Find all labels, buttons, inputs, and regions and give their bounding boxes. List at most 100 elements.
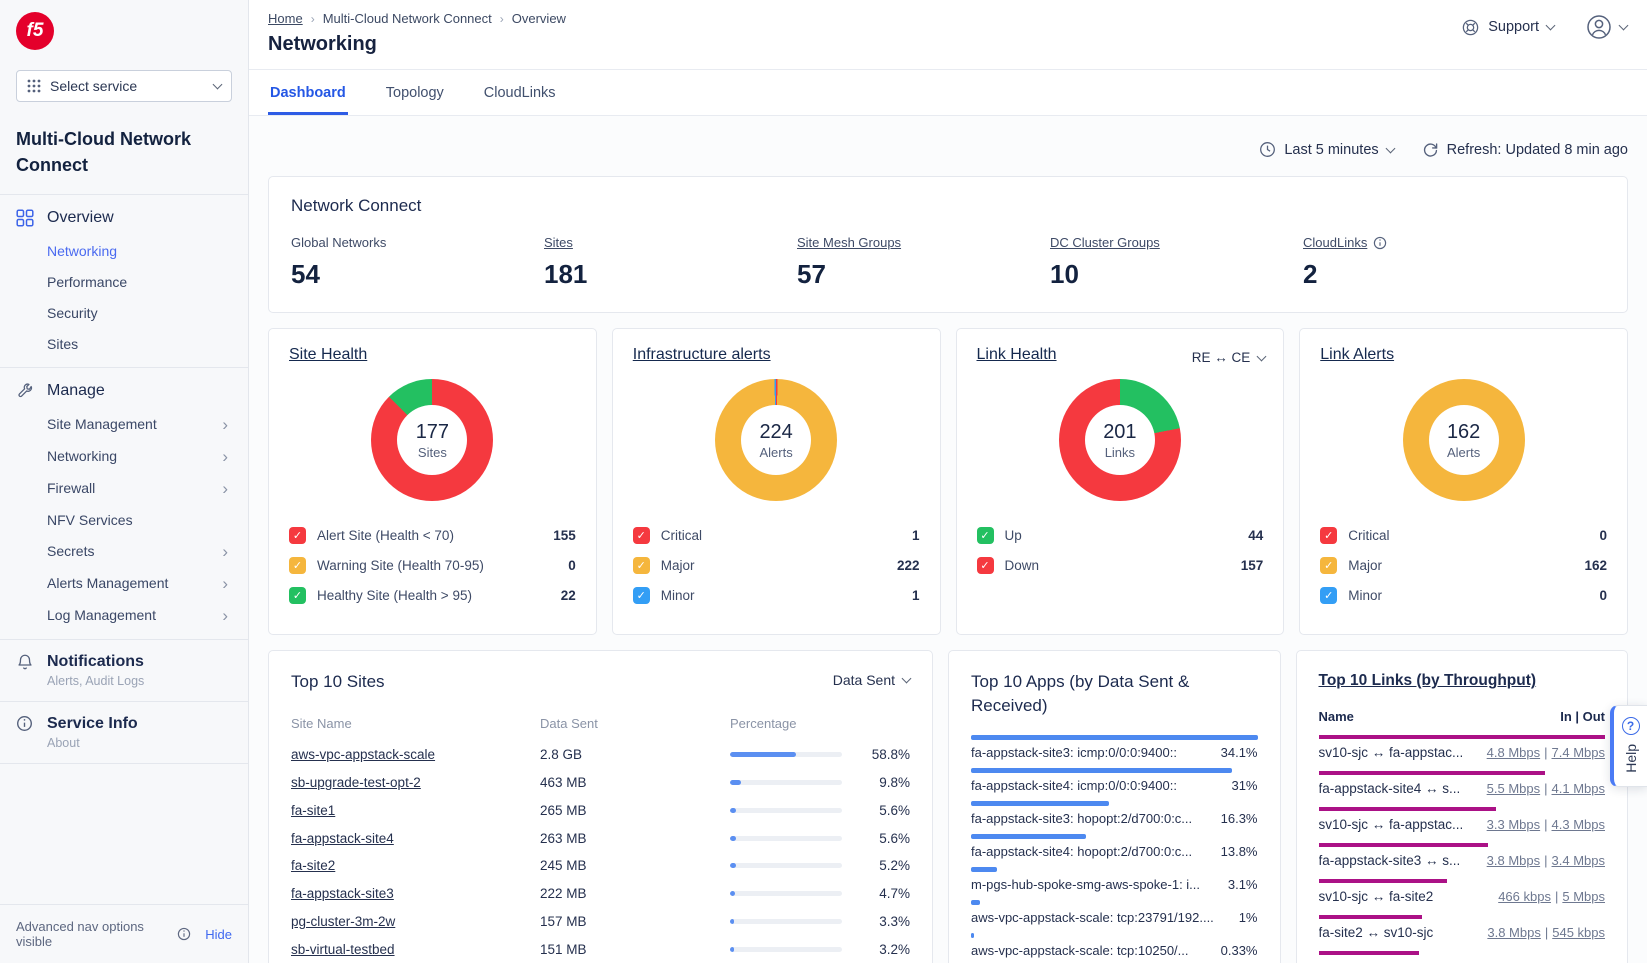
link-name: sv10-sjc ↔ fa-site2 — [1319, 889, 1434, 904]
stat-label-dc-cluster-groups[interactable]: DC Cluster Groups — [1050, 235, 1160, 250]
legend-checkbox[interactable]: ✓ — [289, 557, 306, 574]
link-bar — [1319, 951, 1419, 955]
sidebar-item-networking[interactable]: Networking — [16, 235, 232, 266]
legend-label: Critical — [661, 528, 702, 543]
link-health-chart-wrap: 201Links — [977, 379, 1264, 501]
top-links-title[interactable]: Top 10 Links (by Throughput) — [1319, 670, 1606, 692]
in-throughput-link[interactable]: 3.8 Mbps — [1487, 925, 1540, 940]
link-health-title[interactable]: Link Health — [977, 346, 1057, 363]
link-throughput: 466 kbps|5 Mbps — [1498, 889, 1605, 904]
refresh-button[interactable]: Refresh: Updated 8 min ago — [1422, 141, 1628, 158]
site-health-chart-wrap: 177Sites — [289, 379, 576, 501]
in-throughput-link[interactable]: 3.8 Mbps — [1487, 853, 1540, 868]
legend-label: Major — [1348, 558, 1382, 573]
app-bar — [971, 801, 1109, 806]
service-info-label: Service Info — [47, 715, 138, 733]
site-link[interactable]: sb-virtual-testbed — [291, 942, 395, 957]
percentage-bar-fill — [730, 919, 734, 924]
sidebar-item-service-info[interactable]: Service Info About — [0, 702, 248, 763]
legend-checkbox[interactable]: ✓ — [289, 587, 306, 604]
out-throughput-link[interactable]: 7.4 Mbps — [1552, 745, 1605, 760]
legend-checkbox[interactable]: ✓ — [1320, 557, 1337, 574]
link-alerts-title[interactable]: Link Alerts — [1320, 346, 1394, 363]
service-info-sublabel: About — [16, 736, 232, 750]
sidebar-item-performance[interactable]: Performance — [16, 266, 232, 297]
tab-cloudlinks[interactable]: CloudLinks — [482, 70, 558, 115]
stat-label-cloudlinks[interactable]: CloudLinks — [1303, 235, 1387, 250]
sidebar-item-networking[interactable]: Networking› — [16, 440, 232, 472]
data-sent-selector[interactable]: Data Sent — [833, 672, 910, 688]
legend-checkbox[interactable]: ✓ — [289, 527, 306, 544]
breadcrumb-item-multi-cloud-network-connect[interactable]: Multi-Cloud Network Connect — [323, 11, 492, 26]
hide-nav-button[interactable]: Hide — [205, 927, 232, 942]
site-link[interactable]: fa-site2 — [291, 858, 335, 873]
table-row: fa-site2245 MB5.2% — [291, 852, 910, 880]
data-sent-cell: 157 MB — [540, 914, 730, 929]
breadcrumb-item-home[interactable]: Home — [268, 11, 303, 26]
sidebar: f5 Select service Multi-Cloud Network Co… — [0, 0, 249, 963]
site-link[interactable]: aws-vpc-appstack-scale — [291, 747, 435, 762]
legend-checkbox[interactable]: ✓ — [633, 587, 650, 604]
sidebar-item-notifications[interactable]: Notifications Alerts, Audit Logs — [0, 640, 248, 701]
out-throughput-link[interactable]: 4.3 Mbps — [1552, 817, 1605, 832]
sidebar-item-secrets[interactable]: Secrets› — [16, 535, 232, 567]
legend-checkbox[interactable]: ✓ — [977, 527, 994, 544]
stat-label-sites[interactable]: Sites — [544, 235, 573, 250]
site-link[interactable]: fa-appstack-site4 — [291, 831, 394, 846]
sidebar-section-header-overview[interactable]: Overview — [16, 205, 232, 235]
in-throughput-link[interactable]: 466 kbps — [1498, 889, 1551, 904]
legend-checkbox[interactable]: ✓ — [1320, 527, 1337, 544]
stat-label-site-mesh-groups[interactable]: Site Mesh Groups — [797, 235, 901, 250]
out-throughput-link[interactable]: 5 Mbps — [1562, 889, 1605, 904]
sidebar-item-firewall[interactable]: Firewall› — [16, 472, 232, 504]
site-link[interactable]: fa-appstack-site3 — [291, 886, 394, 901]
legend-checkbox[interactable]: ✓ — [977, 557, 994, 574]
percentage-bar-track — [730, 780, 842, 785]
site-link[interactable]: sb-upgrade-test-opt-2 — [291, 775, 421, 790]
list-item: ny8-nyc ↔ fa-appstac...2.5 Mbps|1.8 Mbps — [1319, 951, 1606, 963]
site-link[interactable]: fa-site1 — [291, 803, 335, 818]
sidebar-item-log-management[interactable]: Log Management› — [16, 599, 232, 631]
sidebar-item-site-management[interactable]: Site Management› — [16, 408, 232, 440]
link-health-selector[interactable]: RE ↔ CE — [1192, 350, 1266, 365]
infrastructure-alerts-donut-chart: 224Alerts — [715, 379, 837, 501]
sidebar-item-alerts-management[interactable]: Alerts Management› — [16, 567, 232, 599]
data-sent-cell: 2.8 GB — [540, 747, 730, 762]
selector-label: RE ↔ CE — [1192, 350, 1251, 365]
list-item: fa-appstack-site4: hopopt:2/d700:0:c...1… — [971, 834, 1258, 859]
support-menu[interactable]: Support — [1461, 18, 1554, 37]
account-menu[interactable] — [1586, 14, 1627, 40]
time-range-selector[interactable]: Last 5 minutes — [1259, 141, 1393, 158]
f5-logo[interactable]: f5 — [16, 12, 54, 50]
in-throughput-link[interactable]: 4.8 Mbps — [1487, 745, 1540, 760]
f5-logo-icon: f5 — [16, 12, 54, 50]
in-throughput-link[interactable]: 3.3 Mbps — [1487, 817, 1540, 832]
tab-dashboard[interactable]: Dashboard — [268, 70, 348, 115]
tab-topology[interactable]: Topology — [384, 70, 446, 115]
links-name-header: Name — [1319, 709, 1354, 724]
sidebar-item-sites[interactable]: Sites — [16, 328, 232, 359]
link-line: sv10-sjc ↔ fa-site2 466 kbps|5 Mbps — [1319, 889, 1606, 904]
select-service-dropdown[interactable]: Select service — [16, 70, 232, 102]
out-throughput-link[interactable]: 545 kbps — [1552, 925, 1605, 940]
table-row: fa-appstack-site3222 MB4.7% — [291, 880, 910, 908]
sidebar-item-security[interactable]: Security — [16, 297, 232, 328]
site-link[interactable]: pg-cluster-3m-2w — [291, 914, 395, 929]
sidebar-item-nfv-services[interactable]: NFV Services — [16, 504, 232, 535]
link-alerts-legend: ✓Critical0✓Major162✓Minor0 — [1320, 520, 1607, 610]
legend-checkbox[interactable]: ✓ — [1320, 587, 1337, 604]
sidebar-section-header-manage[interactable]: Manage — [16, 378, 232, 408]
in-throughput-link[interactable]: 5.5 Mbps — [1487, 781, 1540, 796]
stat-dc-cluster-groups: DC Cluster Groups10 — [1050, 234, 1303, 290]
percentage-cell: 5.6% — [730, 831, 910, 846]
infrastructure-alerts-legend: ✓Critical1✓Major222✓Minor1 — [633, 520, 920, 610]
out-throughput-link[interactable]: 3.4 Mbps — [1552, 853, 1605, 868]
legend-checkbox[interactable]: ✓ — [633, 527, 650, 544]
link-bar — [1319, 843, 1488, 847]
infrastructure-alerts-title[interactable]: Infrastructure alerts — [633, 346, 771, 363]
legend-checkbox[interactable]: ✓ — [633, 557, 650, 574]
help-tab[interactable]: ? Help — [1610, 705, 1647, 787]
legend-label: Critical — [1348, 528, 1389, 543]
site-health-title[interactable]: Site Health — [289, 346, 367, 363]
out-throughput-link[interactable]: 4.1 Mbps — [1552, 781, 1605, 796]
